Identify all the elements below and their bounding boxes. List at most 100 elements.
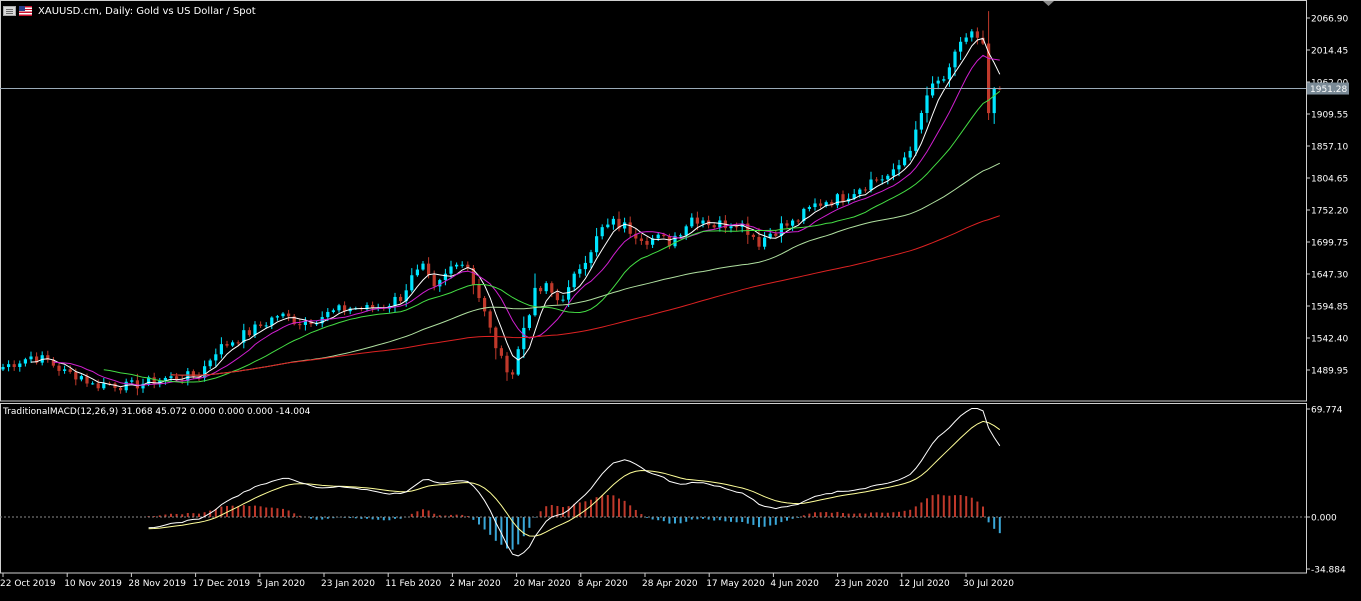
time-axis-label: 4 Jun 2020 — [770, 579, 819, 589]
price-axis-label: 2014.45 — [1311, 47, 1348, 57]
candle-body — [589, 252, 593, 263]
candle-body — [68, 369, 72, 372]
candle-body — [768, 233, 772, 238]
candle-body — [796, 220, 800, 222]
time-axis-label: 22 Oct 2019 — [0, 579, 56, 589]
price-axis-label: 1857.10 — [1311, 143, 1348, 153]
candle-body — [287, 313, 291, 317]
candle-body — [975, 31, 979, 38]
candle-body — [522, 327, 526, 350]
candle-body — [684, 226, 688, 236]
candle-body — [992, 88, 996, 114]
candle-body — [253, 324, 257, 336]
time-axis-label: 28 Apr 2020 — [642, 579, 698, 589]
moving-average-line-5 — [30, 37, 1001, 388]
moving-average-line-10 — [53, 54, 1000, 386]
candle-body — [835, 194, 839, 206]
candle-body — [214, 354, 218, 361]
candle-body — [595, 236, 599, 253]
candle-body — [791, 220, 795, 226]
candle-body — [774, 233, 778, 236]
candle-body — [908, 150, 912, 158]
candle-body — [561, 299, 565, 301]
chart-title-bar: XAUUSD.cm, Daily: Gold vs US Dollar / Sp… — [3, 4, 256, 18]
candle-body — [259, 324, 263, 326]
time-axis-label: 23 Jun 2020 — [835, 579, 889, 589]
candle-body — [203, 366, 207, 378]
candle-body — [735, 226, 739, 228]
candle-body — [567, 287, 571, 300]
candle-body — [79, 376, 83, 380]
candle-body — [931, 83, 935, 96]
candle-body — [298, 324, 302, 326]
candle-body — [690, 217, 694, 227]
candle-body — [942, 79, 946, 81]
candle-body — [443, 273, 447, 281]
candle-body — [639, 238, 643, 241]
candle-body — [656, 234, 660, 239]
candle-body — [236, 342, 240, 344]
candle-body — [611, 218, 615, 225]
macd-signal-line — [148, 420, 1001, 537]
candle-body — [550, 283, 554, 293]
candle-body — [102, 383, 106, 389]
candle-body — [91, 383, 95, 385]
price-axis-label: 1647.30 — [1311, 271, 1348, 281]
candle-body — [701, 220, 705, 224]
candle-body — [858, 189, 862, 195]
candle-body — [925, 95, 929, 113]
candle-body — [606, 224, 610, 228]
price-axis-label: 1752.20 — [1311, 207, 1348, 217]
candle-body — [449, 266, 453, 274]
candle-body — [869, 179, 873, 191]
candle-body — [281, 313, 285, 317]
current-price-label: 1951.28 — [1310, 85, 1347, 95]
candle-body — [511, 372, 515, 375]
time-axis-label: 17 May 2020 — [706, 579, 765, 589]
candle-body — [729, 226, 733, 229]
candle-body — [29, 356, 33, 360]
candle-body — [959, 41, 963, 52]
time-axis-label: 20 Mar 2020 — [514, 579, 571, 589]
time-axis-label: 5 Jan 2020 — [257, 579, 305, 589]
candle-body — [96, 383, 100, 389]
candle-body — [970, 31, 974, 38]
candle-body — [662, 234, 666, 237]
candle-body — [578, 269, 582, 274]
macd-pane-frame — [0, 403, 1307, 574]
macd-main-line — [148, 408, 1001, 557]
candle-body — [886, 175, 890, 180]
candle-body — [819, 203, 823, 206]
candle-body — [18, 363, 22, 367]
chart-window-icon — [3, 6, 16, 16]
us-flag-icon — [19, 6, 32, 16]
candle-body — [169, 376, 173, 378]
candle-body — [432, 274, 436, 287]
time-axis-label: 8 Apr 2020 — [578, 579, 628, 589]
candle-body — [57, 365, 61, 371]
price-axis-label: 1804.65 — [1311, 175, 1348, 185]
candle-body — [393, 296, 397, 306]
candle-body — [841, 194, 845, 202]
candle-body — [337, 305, 341, 311]
chart-shift-marker — [1043, 1, 1054, 6]
symbol-title: XAUUSD.cm, Daily: Gold vs US Dollar / Sp… — [38, 5, 256, 17]
time-axis-label: 17 Dec 2019 — [193, 579, 251, 589]
price-axis-label: 1594.85 — [1311, 303, 1348, 313]
candle-body — [751, 234, 755, 237]
candle-body — [919, 112, 923, 130]
candle-body — [880, 179, 884, 181]
price-chart-canvas[interactable]: 2066.902014.451962.001909.551857.101804.… — [0, 0, 1361, 597]
time-axis-label: 30 Jul 2020 — [963, 579, 1014, 589]
candle-body — [645, 240, 649, 245]
candle-body — [947, 67, 951, 80]
candle-body — [460, 264, 464, 266]
candle-body — [964, 37, 968, 42]
candle-body — [539, 287, 543, 292]
chart-window[interactable]: 2066.902014.451962.001909.551857.101804.… — [0, 0, 1361, 597]
candle-body — [813, 203, 817, 208]
macd-axis-label: 69.774 — [1311, 406, 1343, 416]
candle-body — [679, 235, 683, 237]
candle-body — [415, 269, 419, 276]
candle-body — [477, 284, 481, 299]
